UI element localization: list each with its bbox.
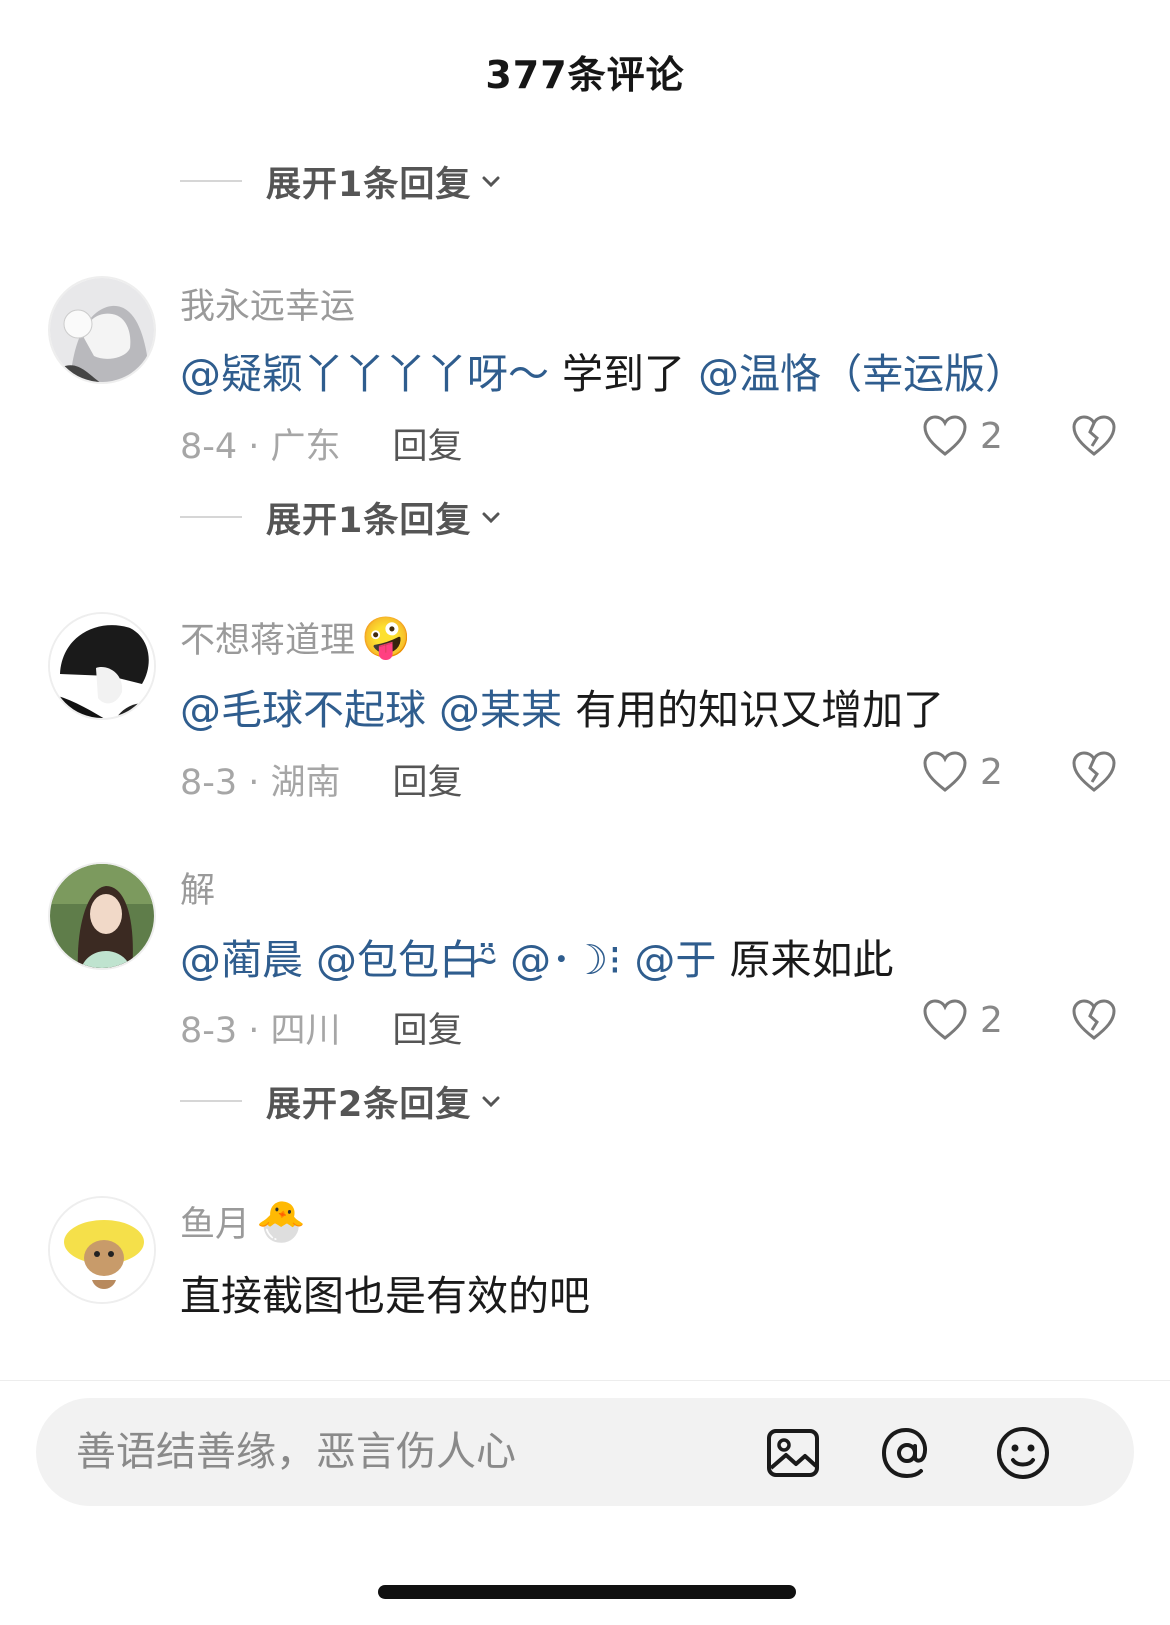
comment-text: @蔺晨 @包包白ᵔ̴̈ @･☽⁝ @于 原来如此 [180, 936, 894, 984]
dislike-button[interactable] [1071, 750, 1117, 798]
reply-button[interactable]: 回复 [393, 418, 463, 469]
divider [180, 1100, 242, 1102]
expand-replies-label: 展开2条回复 [266, 1084, 472, 1125]
chevron-down-icon [479, 168, 505, 194]
comment-meta: 8-4 · 广东 回复 [180, 418, 463, 469]
date-location: 8-3 · 湖南 [180, 763, 341, 803]
comment-meta: 8-3 · 湖南 回复 [180, 754, 463, 805]
emoji-icon[interactable] [994, 1424, 1052, 1482]
reply-button[interactable]: 回复 [393, 1002, 463, 1053]
avatar[interactable] [48, 276, 156, 384]
like-count: 2 [980, 415, 1003, 457]
broken-heart-icon [1072, 415, 1116, 456]
dislike-button[interactable] [1071, 998, 1117, 1046]
avatar[interactable] [48, 1196, 156, 1304]
broken-heart-icon [1072, 999, 1116, 1040]
comment-username[interactable]: 我永远幸运 [180, 278, 355, 329]
mention-link[interactable]: @毛球不起球 [180, 686, 426, 734]
comment-username[interactable]: 鱼月 🐣 [180, 1196, 306, 1247]
like-button[interactable]: 2 [922, 998, 1003, 1042]
like-count: 2 [980, 751, 1003, 793]
expand-replies-button[interactable]: 展开1条回复 [180, 494, 505, 541]
comment-meta: 8-3 · 四川 回复 [180, 1002, 463, 1053]
page-title: 377条评论 [485, 53, 685, 97]
zany-face-emoji: 🤪 [361, 615, 411, 661]
comment-text: @疑颖丫丫丫丫呀～ 学到了 @温恪（幸运版） [180, 350, 1027, 398]
dislike-button[interactable] [1071, 414, 1117, 462]
expand-replies-button[interactable]: 展开2条回复 [180, 1078, 505, 1125]
heart-icon [923, 751, 967, 792]
mention-link[interactable]: @温恪（幸运版） [698, 350, 1026, 398]
broken-heart-icon [1072, 751, 1116, 792]
comment-input-bar [36, 1398, 1134, 1506]
expand-replies-button[interactable]: 展开1条回复 [180, 158, 505, 205]
comment-username[interactable]: 不想蒋道理 🤪 [180, 612, 411, 663]
like-count: 2 [980, 999, 1003, 1041]
mention-link[interactable]: @･☽⁝ [510, 936, 621, 984]
mention-link[interactable]: @包包白ᵔ̴̈ [316, 936, 497, 984]
date-location: 8-4 · 广东 [180, 427, 341, 467]
divider [180, 516, 242, 518]
comment-text: @毛球不起球 @某某 有用的知识又增加了 [180, 686, 945, 734]
image-icon[interactable] [764, 1424, 822, 1482]
like-button[interactable]: 2 [922, 414, 1003, 458]
comment-input[interactable] [74, 1428, 718, 1476]
heart-icon [923, 415, 967, 456]
mention-link[interactable]: @某某 [439, 686, 562, 734]
hatching-chick-emoji: 🐣 [256, 1199, 306, 1245]
at-icon[interactable] [878, 1424, 936, 1482]
like-button[interactable]: 2 [922, 750, 1003, 794]
heart-icon [923, 999, 967, 1040]
comment-text: 直接截图也是有效的吧 [180, 1272, 590, 1320]
expand-replies-label: 展开1条回复 [266, 500, 472, 541]
chevron-down-icon [479, 504, 505, 530]
divider [0, 1380, 1170, 1381]
expand-replies-label: 展开1条回复 [266, 164, 472, 205]
avatar[interactable] [48, 862, 156, 970]
comment-username[interactable]: 解 [180, 862, 215, 913]
avatar[interactable] [48, 612, 156, 720]
mention-link[interactable]: @疑颖丫丫丫丫呀～ [180, 350, 549, 398]
chevron-down-icon [479, 1088, 505, 1114]
divider [180, 180, 242, 182]
reply-button[interactable]: 回复 [393, 754, 463, 805]
mention-link[interactable]: @于 [634, 936, 716, 984]
home-indicator[interactable] [378, 1585, 796, 1599]
mention-link[interactable]: @蔺晨 [180, 936, 303, 984]
date-location: 8-3 · 四川 [180, 1011, 341, 1051]
